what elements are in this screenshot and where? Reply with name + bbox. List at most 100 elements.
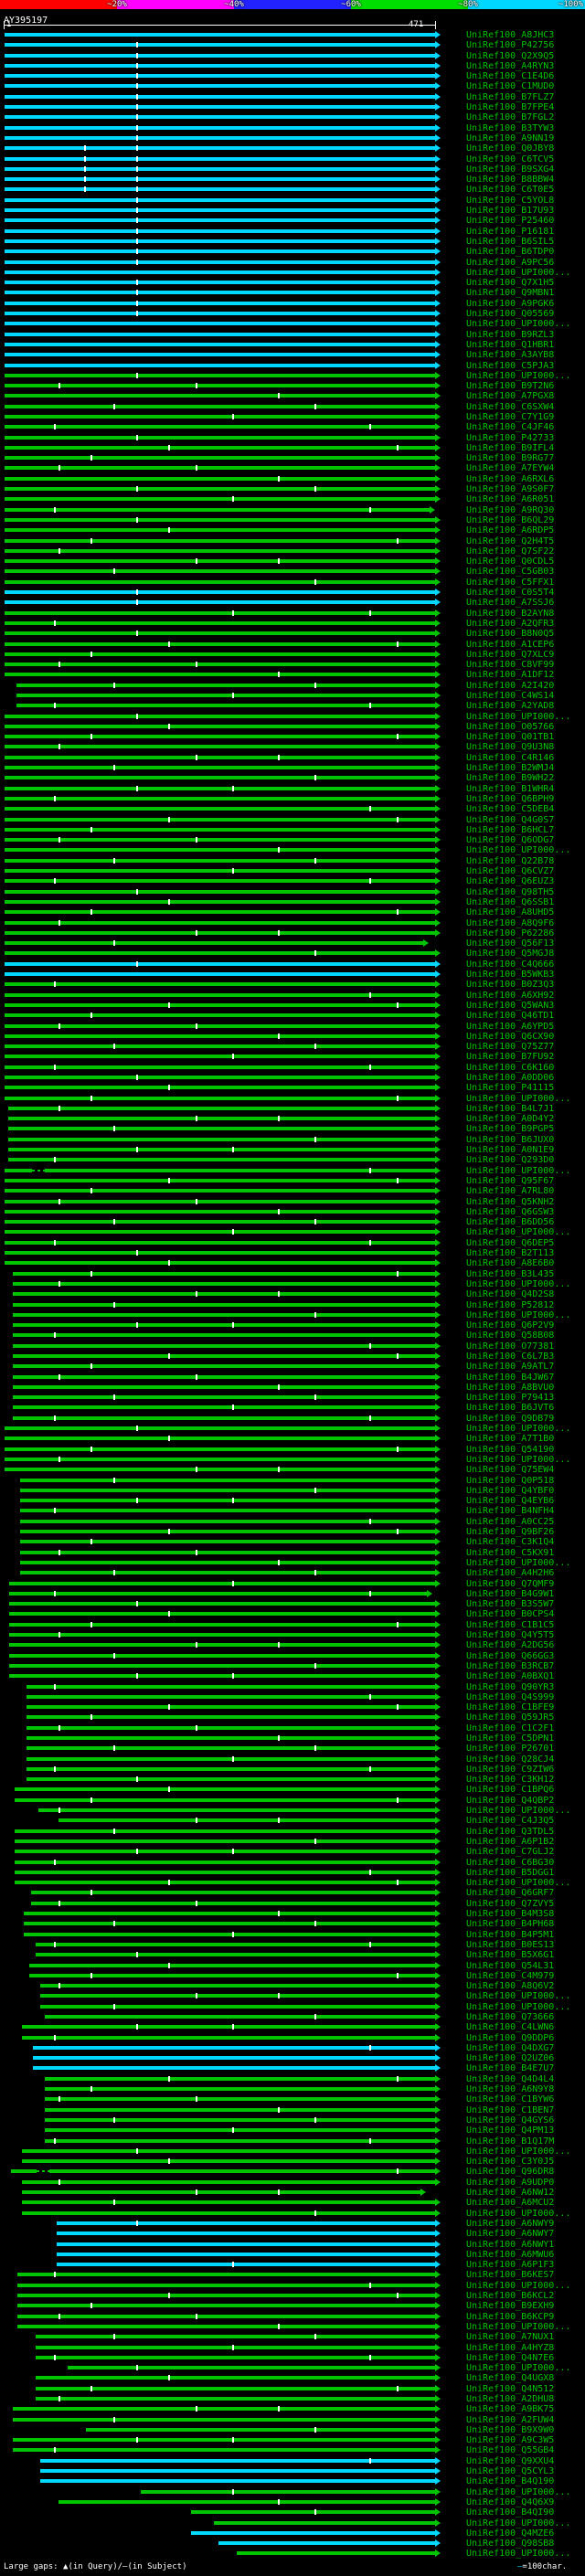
hit-label[interactable]: UniRef100_P26701 — [466, 1744, 554, 1754]
hit-label[interactable]: UniRef100_A7SSJ6 — [466, 599, 554, 608]
hit-bar[interactable] — [5, 1179, 435, 1182]
hit-bar[interactable] — [45, 2108, 435, 2112]
hit-bar[interactable] — [5, 518, 435, 522]
hit-bar[interactable] — [5, 735, 435, 738]
hit-label[interactable]: UniRef100_A9UDP0 — [466, 2178, 554, 2188]
hit-bar[interactable] — [13, 2438, 435, 2442]
hit-bar[interactable] — [57, 2253, 435, 2256]
hit-label[interactable]: UniRef100_Q98SB8 — [466, 2539, 554, 2549]
hit-bar[interactable] — [5, 343, 435, 346]
hit-bar[interactable] — [5, 1251, 435, 1255]
hit-label[interactable]: UniRef100_B6JVT6 — [466, 1404, 554, 1413]
hit-label[interactable]: UniRef100_C5DEB4 — [466, 805, 554, 814]
hit-label[interactable]: UniRef100_UPI000... — [466, 1311, 570, 1320]
hit-label[interactable]: UniRef100_B4QI90 — [466, 2508, 554, 2518]
hit-bar[interactable] — [5, 941, 423, 945]
hit-bar[interactable] — [5, 756, 435, 759]
hit-bar[interactable] — [33, 2066, 435, 2070]
hit-bar[interactable] — [5, 859, 435, 863]
hit-bar[interactable] — [5, 828, 435, 832]
hit-label[interactable]: UniRef100_A8BVU0 — [466, 1383, 554, 1393]
hit-label[interactable]: UniRef100_Q9MBN1 — [466, 289, 554, 298]
hit-label[interactable]: UniRef100_Q3TDL5 — [466, 1828, 554, 1837]
hit-bar[interactable] — [5, 982, 435, 986]
hit-bar[interactable] — [5, 1436, 435, 1440]
hit-bar[interactable] — [27, 1736, 435, 1740]
hit-label[interactable]: UniRef100_B6DD56 — [466, 1218, 554, 1227]
hit-label[interactable]: UniRef100_Q4D2S8 — [466, 1290, 554, 1299]
hit-bar[interactable] — [5, 477, 435, 481]
hit-label[interactable]: UniRef100_A0CC25 — [466, 1518, 554, 1527]
hit-bar[interactable] — [40, 2469, 435, 2473]
hit-bar[interactable] — [49, 2169, 435, 2173]
hit-bar[interactable] — [5, 105, 435, 109]
hit-label[interactable]: UniRef100_A6P1F3 — [466, 2261, 554, 2270]
hit-label[interactable]: UniRef100_Q9DDP6 — [466, 2034, 554, 2043]
hit-label[interactable]: UniRef100_C5YOL8 — [466, 196, 554, 206]
hit-bar[interactable] — [5, 249, 435, 253]
hit-label[interactable]: UniRef100_B4L7J1 — [466, 1105, 554, 1114]
hit-label[interactable]: UniRef100_B7FPE4 — [466, 103, 554, 112]
hit-bar[interactable] — [214, 2521, 435, 2525]
hit-bar[interactable] — [13, 1364, 435, 1368]
hit-bar[interactable] — [22, 2149, 435, 2153]
hit-bar[interactable] — [5, 580, 435, 584]
hit-label[interactable]: UniRef100_A9S0F7 — [466, 485, 554, 494]
hit-bar[interactable] — [13, 1405, 435, 1409]
hit-bar[interactable] — [13, 1375, 435, 1379]
hit-label[interactable]: UniRef100_C6K160 — [466, 1064, 554, 1073]
hit-bar[interactable] — [5, 1076, 435, 1079]
hit-bar[interactable] — [22, 2036, 435, 2040]
hit-label[interactable]: UniRef100_C3Y0J5 — [466, 2157, 554, 2167]
hit-bar[interactable] — [5, 333, 435, 336]
hit-bar[interactable] — [9, 1654, 435, 1658]
hit-bar[interactable] — [13, 1385, 435, 1389]
hit-label[interactable]: UniRef100_A8E6B0 — [466, 1259, 554, 1268]
hit-bar[interactable] — [22, 2180, 435, 2184]
hit-bar[interactable] — [5, 972, 435, 976]
hit-label[interactable]: UniRef100_A7RL80 — [466, 1187, 554, 1196]
hit-label[interactable]: UniRef100_C1C2F1 — [466, 1724, 554, 1733]
hit-label[interactable]: UniRef100_A6MWU6 — [466, 2251, 554, 2260]
hit-bar[interactable] — [16, 704, 435, 707]
hit-label[interactable]: UniRef100_C1BYW6 — [466, 2095, 554, 2104]
hit-bar[interactable] — [20, 1509, 435, 1512]
hit-label[interactable]: UniRef100_UPI000... — [466, 2519, 570, 2528]
hit-bar[interactable] — [5, 1230, 435, 1234]
hit-bar[interactable] — [5, 115, 435, 119]
hit-bar[interactable] — [27, 1726, 435, 1730]
hit-label[interactable]: UniRef100_A9PGK6 — [466, 300, 554, 309]
hit-label[interactable]: UniRef100_B6JUX0 — [466, 1136, 554, 1145]
hit-label[interactable]: UniRef100_B3L435 — [466, 1270, 554, 1279]
hit-label[interactable]: UniRef100_B4Q190 — [466, 2477, 554, 2486]
hit-bar[interactable] — [5, 1200, 435, 1203]
hit-bar[interactable] — [13, 1333, 435, 1337]
hit-label[interactable]: UniRef100_C8VF99 — [466, 661, 554, 670]
hit-bar[interactable] — [237, 2551, 435, 2555]
hit-bar[interactable] — [5, 95, 435, 99]
hit-bar[interactable] — [36, 2335, 435, 2338]
hit-bar[interactable] — [5, 642, 435, 646]
hit-bar[interactable] — [15, 1881, 435, 1884]
hit-bar[interactable] — [36, 1943, 435, 1946]
hit-label[interactable]: UniRef100_B9EXH9 — [466, 2302, 554, 2311]
hit-bar[interactable] — [22, 2025, 435, 2029]
hit-label[interactable]: UniRef100_A8JHC3 — [466, 31, 554, 40]
hit-label[interactable]: UniRef100_C6TCV5 — [466, 155, 554, 164]
hit-bar[interactable] — [5, 260, 435, 264]
hit-label[interactable]: UniRef100_C6T0E5 — [466, 186, 554, 195]
hit-bar[interactable] — [27, 1757, 435, 1761]
hit-bar[interactable] — [5, 1458, 435, 1461]
hit-bar[interactable] — [20, 1479, 435, 1482]
hit-label[interactable]: UniRef100_B4M3S8 — [466, 1910, 554, 1919]
hit-label[interactable]: UniRef100_Q5MGJ8 — [466, 949, 554, 959]
hit-label[interactable]: UniRef100_Q4S999 — [466, 1693, 554, 1702]
hit-label[interactable]: UniRef100_B7FGL2 — [466, 113, 554, 122]
hit-label[interactable]: UniRef100_C6SXW4 — [466, 403, 554, 412]
hit-label[interactable]: UniRef100_A6R051 — [466, 495, 554, 504]
hit-bar[interactable] — [5, 1044, 435, 1048]
hit-bar[interactable] — [5, 353, 435, 356]
hit-label[interactable]: UniRef100_B4P5M1 — [466, 1931, 554, 1940]
hit-bar[interactable] — [8, 1117, 435, 1120]
hit-label[interactable]: UniRef100_A4HYZ8 — [466, 2344, 554, 2353]
